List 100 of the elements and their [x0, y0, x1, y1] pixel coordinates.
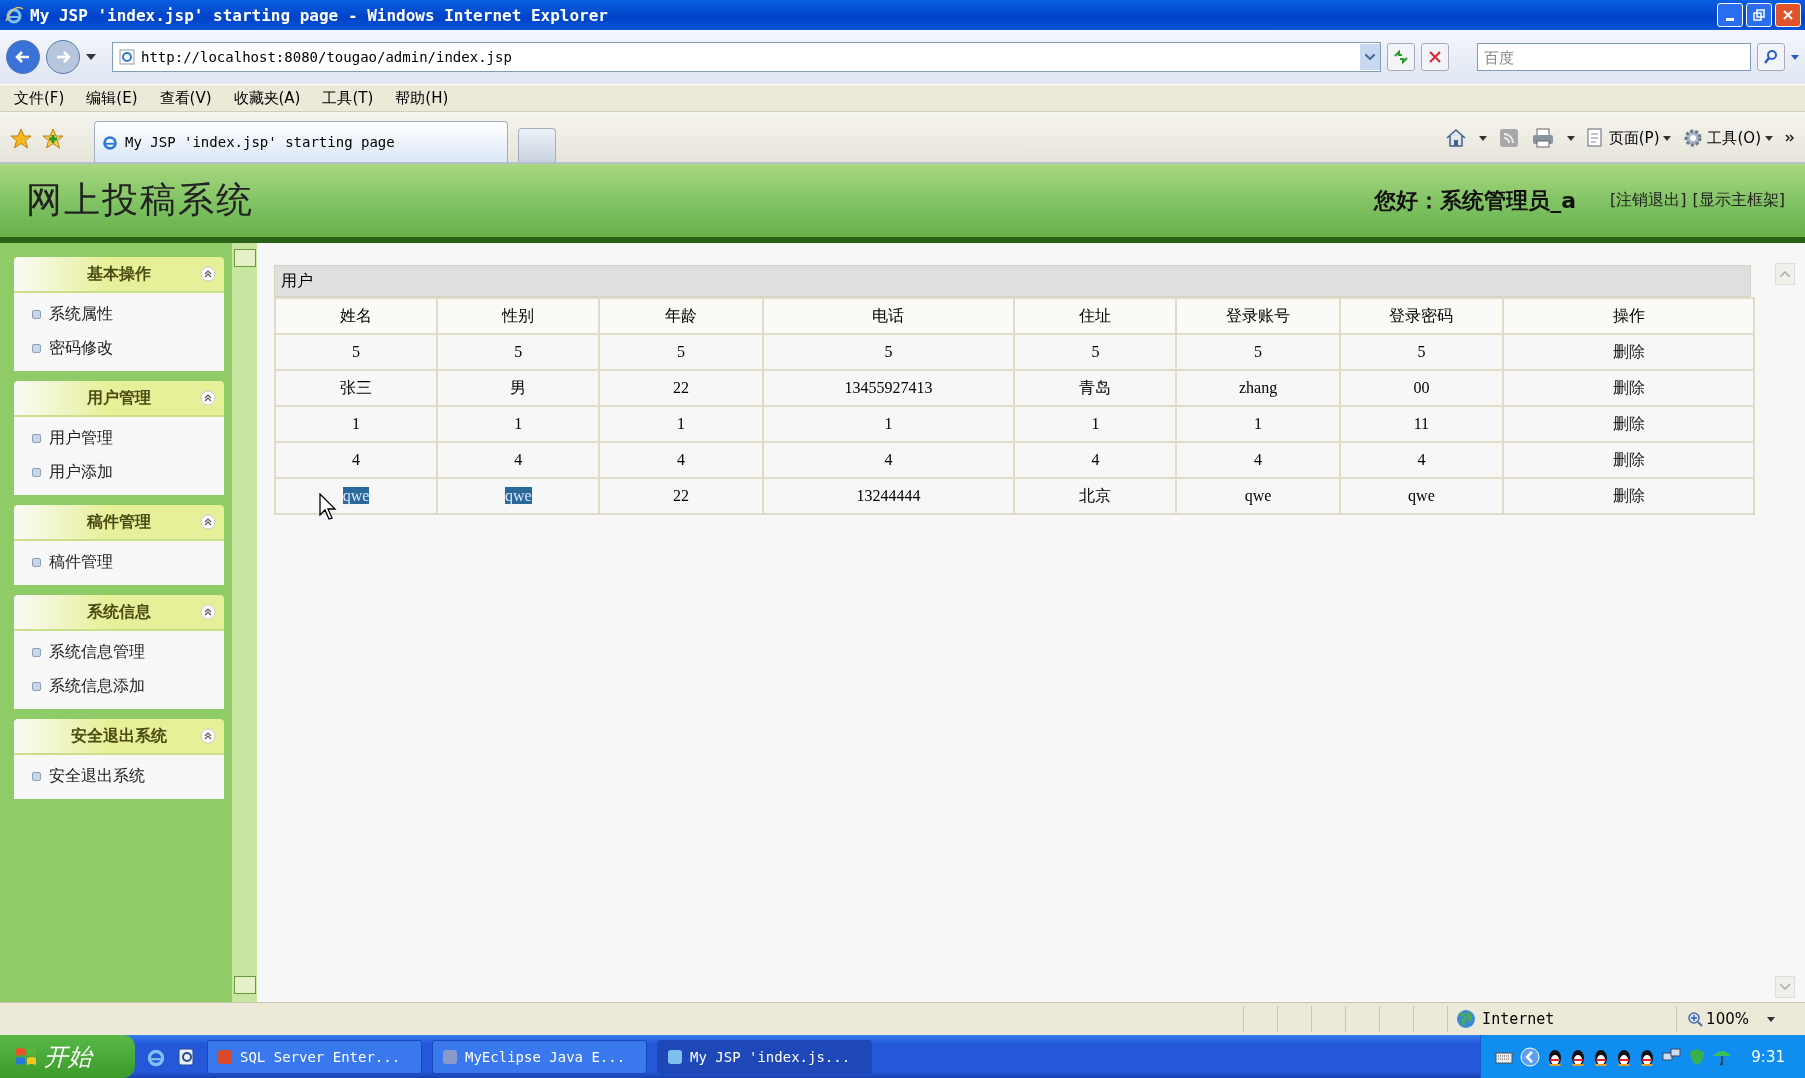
browser-logo-icon — [101, 133, 119, 151]
scroll-down-button[interactable] — [234, 976, 256, 994]
dropdown-arrow-icon[interactable] — [1791, 54, 1799, 60]
table-cell: 北京 — [1014, 478, 1177, 514]
collapse-icon[interactable] — [200, 604, 216, 620]
zoom-button[interactable]: 100% — [1676, 1006, 1759, 1032]
table-cell: 5 — [275, 334, 438, 370]
menu-item[interactable]: 收藏夹(A) — [233, 88, 301, 108]
delete-link[interactable]: 删除 — [1612, 449, 1645, 469]
page-icon — [1586, 128, 1605, 148]
dropdown-arrow-icon — [1765, 135, 1773, 141]
printer-icon[interactable] — [1530, 128, 1555, 148]
sidebar-link[interactable]: 用户管理 — [32, 421, 113, 455]
browser-logo-icon — [4, 5, 24, 25]
table-cell: 4 — [599, 442, 763, 478]
window-title: My JSP 'index.jsp' starting page - Windows Internet Explorer — [30, 5, 608, 25]
collapse-icon[interactable] — [200, 728, 216, 744]
close-button[interactable] — [1775, 3, 1801, 27]
section-header[interactable]: 用户管理 — [14, 381, 224, 417]
app-icon — [666, 1047, 684, 1066]
minimize-button[interactable] — [1717, 3, 1743, 27]
search-field[interactable]: 百度 — [1477, 43, 1751, 71]
delete-link[interactable]: 删除 — [1612, 341, 1645, 361]
column-header: 电话 — [762, 298, 1015, 334]
table-cell: 00 — [1339, 370, 1503, 406]
table-cell: 男 — [437, 370, 600, 406]
windows-logo-icon — [14, 1045, 38, 1068]
taskbar-button[interactable]: SQL Server Enter... — [207, 1039, 422, 1074]
header-link[interactable]: [显示主框架] — [1692, 190, 1785, 211]
section-header[interactable]: 系统信息 — [14, 595, 224, 631]
sidebar-link[interactable]: 密码修改 — [32, 331, 113, 365]
star-icon[interactable] — [10, 128, 32, 150]
address-field[interactable]: http://localhost:8080/tougao/admin/index.jsp — [112, 42, 1381, 72]
search-button[interactable] — [1757, 43, 1785, 71]
command-button[interactable]: 工具(O) — [1683, 128, 1773, 148]
table-cell: 5 — [1176, 334, 1340, 370]
command-button[interactable]: 页面(P) — [1586, 128, 1672, 148]
forward-button[interactable] — [46, 40, 80, 74]
dropdown-arrow-icon[interactable] — [1478, 135, 1487, 141]
refresh-button[interactable] — [1387, 43, 1415, 71]
delete-link[interactable]: 删除 — [1612, 377, 1645, 397]
sidebar-link[interactable]: 系统信息管理 — [32, 635, 145, 669]
stop-icon — [1428, 50, 1442, 64]
header-link[interactable]: [注销退出] — [1610, 190, 1687, 211]
taskbar-button[interactable]: My JSP 'index.js... — [657, 1039, 872, 1074]
delete-link[interactable]: 删除 — [1612, 485, 1645, 505]
search-icon — [1763, 49, 1779, 65]
dropdown-arrow-icon[interactable] — [86, 54, 96, 60]
column-header: 登录账号 — [1176, 298, 1340, 334]
sidebar-link[interactable]: 系统属性 — [32, 297, 113, 331]
sidebar-link[interactable]: 用户添加 — [32, 455, 113, 489]
dropdown-arrow-icon[interactable] — [1566, 135, 1575, 141]
restore-button[interactable] — [1746, 3, 1772, 27]
table-cell: 1 — [762, 406, 1015, 442]
column-header: 登录密码 — [1339, 298, 1503, 334]
sidebar-link[interactable]: 系统信息添加 — [32, 669, 145, 703]
menu-item[interactable]: 工具(T) — [322, 88, 374, 108]
greeting-text: 您好：系统管理员_a — [1374, 186, 1577, 215]
dropdown-arrow-icon[interactable] — [1767, 1016, 1775, 1022]
home-icon[interactable] — [1444, 128, 1467, 148]
table-cell: zhang — [1176, 370, 1340, 406]
collapse-icon[interactable] — [200, 390, 216, 406]
table-cell: 4 — [1176, 442, 1340, 478]
column-header: 操作 — [1503, 298, 1754, 334]
app-icon — [216, 1047, 234, 1066]
table-cell: 5 — [437, 334, 600, 370]
chevron-left-icon[interactable] — [1520, 1046, 1541, 1067]
collapse-sidebar-button[interactable] — [234, 249, 256, 267]
collapse-icon[interactable] — [200, 266, 216, 282]
stop-button[interactable] — [1421, 43, 1449, 71]
column-header: 年龄 — [599, 298, 763, 334]
dropdown-arrow-icon — [1663, 135, 1672, 141]
menu-item[interactable]: 查看(V) — [159, 88, 212, 108]
section-header[interactable]: 基本操作 — [14, 257, 224, 293]
table-cell: 4 — [1339, 442, 1503, 478]
close-icon — [1782, 9, 1794, 21]
table-cell: 4 — [275, 442, 438, 478]
menu-item[interactable]: 帮助(H) — [395, 88, 449, 108]
delete-link[interactable]: 删除 — [1612, 413, 1645, 433]
menu-item[interactable]: 文件(F) — [14, 88, 65, 108]
mouse-pointer-icon — [319, 493, 337, 521]
table-cell: 11 — [1339, 406, 1503, 442]
add-favorite-icon[interactable] — [42, 128, 64, 150]
table-cell: 5 — [1339, 334, 1503, 370]
menu-item[interactable]: 编辑(E) — [86, 88, 138, 108]
document-icon[interactable] — [177, 1046, 197, 1067]
section-header[interactable]: 安全退出系统 — [14, 719, 224, 755]
collapse-icon[interactable] — [200, 514, 216, 530]
chevron-down-icon — [1365, 54, 1375, 60]
dropdown-button[interactable] — [1360, 44, 1380, 70]
section-header[interactable]: 稿件管理 — [14, 505, 224, 541]
table-cell: 13244444 — [762, 478, 1015, 514]
chevron-icon[interactable] — [1785, 133, 1795, 143]
back-button[interactable] — [6, 40, 40, 74]
browser-tab[interactable]: My JSP 'index.jsp' starting page — [94, 121, 508, 162]
column-header: 性别 — [437, 298, 600, 334]
table-cell: 13455927413 — [762, 370, 1015, 406]
taskbar-button[interactable]: MyEclipse Java E... — [432, 1039, 647, 1074]
site-title: 网上投稿系统 — [26, 178, 254, 222]
keyboard-icon[interactable] — [1495, 1049, 1514, 1064]
